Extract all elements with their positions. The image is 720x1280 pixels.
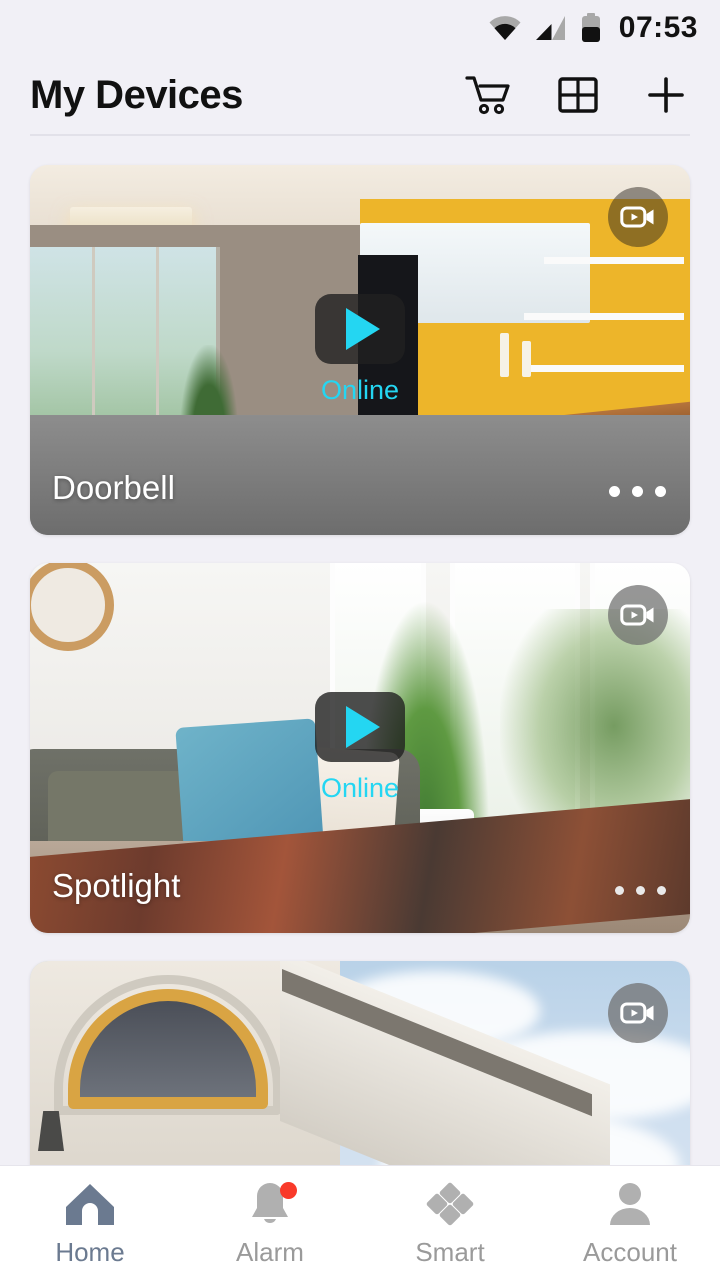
person-icon-wrap [607,1180,653,1228]
nav-tab-label: Alarm [236,1237,304,1267]
nav-tab-label: Home [55,1237,125,1267]
nav-tab-alarm[interactable]: Alarm [180,1180,360,1268]
grid-view-icon [558,77,598,113]
nav-tab-label: Account [583,1237,677,1267]
nav-tab-account[interactable]: Account [540,1180,720,1268]
video-camera-badge[interactable] [608,983,668,1043]
notification-badge [280,1182,297,1199]
device-status: Online [320,375,400,405]
nav-tab-smart[interactable]: Smart [360,1180,540,1268]
play-triangle-icon [346,308,380,350]
header-actions [464,73,690,117]
video-camera-icon [620,1002,654,1024]
video-camera-icon [620,604,654,626]
grid-view-button[interactable] [556,73,600,117]
video-camera-badge[interactable] [608,585,668,645]
more-options-icon[interactable] [615,886,666,895]
nav-tab-label: Smart [415,1237,485,1267]
nav-tab-home[interactable]: Home [0,1180,180,1268]
home-icon-wrap [64,1180,116,1228]
status-bar-clock: 07:53 [618,11,698,44]
cellular-signal-icon [535,16,565,40]
page-title: My Devices [30,72,243,117]
video-camera-icon [620,206,654,228]
add-device-button[interactable] [644,73,688,117]
device-list[interactable]: Online Doorbell Online Spotlight [0,137,720,1280]
play-button[interactable] [315,294,405,364]
device-card-spotlight[interactable]: Online Spotlight [30,563,690,933]
diamonds-icon [426,1182,474,1226]
play-button[interactable] [315,692,405,762]
bell-icon-wrap [247,1180,297,1228]
person-icon [610,1183,650,1225]
play-triangle-icon [346,706,380,748]
add-device-icon [648,77,684,113]
diamonds-icon-wrap [425,1180,475,1228]
device-name: Spotlight [52,867,181,904]
battery-icon [581,13,600,42]
wifi-icon [489,16,521,40]
app-root: 07:53 My Devices Online Doorbell Online … [0,0,720,1280]
shopping-cart-icon [465,76,510,115]
stream-play-control[interactable]: Online [315,692,405,804]
status-bar: 07:53 [0,0,720,56]
bottom-navigation-bar: Home Alarm Smart Account [0,1165,720,1280]
video-camera-badge[interactable] [608,187,668,247]
device-name: Doorbell [52,469,175,506]
home-icon [66,1184,114,1225]
page-header: My Devices [30,56,690,136]
device-status: Online [320,773,400,803]
shopping-cart-button[interactable] [464,73,512,117]
stream-play-control[interactable]: Online [315,294,405,406]
more-options-icon[interactable] [609,486,666,497]
device-card-doorbell[interactable]: Online Doorbell [30,165,690,535]
